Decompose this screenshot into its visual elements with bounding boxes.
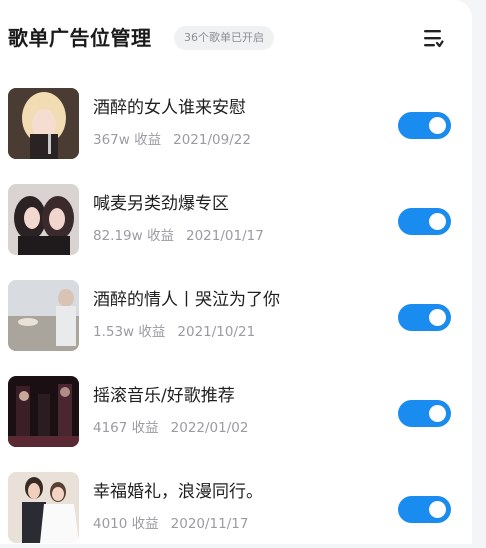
playlist-name: 喊麦另类劲爆专区	[93, 194, 229, 214]
playlist-date: 2021/01/17	[185, 228, 264, 244]
toggle-knob	[429, 117, 446, 134]
playlist-meta: 1.53w 收益 2021/10/21	[93, 322, 255, 342]
playlist-ad-card: 歌单广告位管理 36个歌单已开启 酒醉的女人谁来安慰 367w 收益 2021/…	[0, 0, 472, 544]
ad-toggle[interactable]	[398, 208, 451, 235]
playlist-earnings: 4167 收益	[93, 420, 159, 436]
playlist-meta: 4167 收益 2022/01/02	[93, 418, 248, 438]
playlist-cover	[8, 280, 79, 351]
ad-toggle[interactable]	[398, 496, 451, 523]
playlist-earnings: 367w 收益	[93, 132, 162, 148]
enabled-count-badge: 36个歌单已开启	[174, 26, 274, 50]
playlist-earnings: 1.53w 收益	[93, 324, 166, 340]
playlist-row[interactable]: 幸福婚礼，浪漫同行。 4010 收益 2020/11/17	[0, 472, 472, 548]
sort-list-icon	[424, 30, 444, 48]
playlist-earnings: 4010 收益	[93, 516, 159, 532]
playlist-row[interactable]: 酒醉的情人丨哭泣为了你 1.53w 收益 2021/10/21	[0, 280, 472, 356]
playlist-cover	[8, 88, 79, 159]
playlist-name: 酒醉的情人丨哭泣为了你	[93, 290, 280, 310]
playlist-name: 摇滚音乐/好歌推荐	[93, 386, 235, 406]
toggle-knob	[429, 309, 446, 326]
playlist-date: 2021/10/21	[177, 324, 256, 340]
sort-button[interactable]	[421, 27, 445, 49]
ad-toggle[interactable]	[398, 304, 451, 331]
ad-toggle[interactable]	[398, 112, 451, 139]
header: 歌单广告位管理 36个歌单已开启	[0, 0, 472, 78]
toggle-knob	[429, 213, 446, 230]
playlist-cover	[8, 376, 79, 447]
playlist-name: 酒醉的女人谁来安慰	[93, 98, 246, 118]
playlist-cover	[8, 184, 79, 255]
toggle-knob	[429, 501, 446, 518]
playlist-row[interactable]: 酒醉的女人谁来安慰 367w 收益 2021/09/22	[0, 88, 472, 164]
playlist-date: 2022/01/02	[170, 420, 249, 436]
page-title: 歌单广告位管理	[8, 26, 152, 50]
playlist-earnings: 82.19w 收益	[93, 228, 174, 244]
playlist-meta: 367w 收益 2021/09/22	[93, 130, 251, 150]
playlist-row[interactable]: 喊麦另类劲爆专区 82.19w 收益 2021/01/17	[0, 184, 472, 260]
playlist-date: 2020/11/17	[170, 516, 249, 532]
toggle-knob	[429, 405, 446, 422]
playlist-row[interactable]: 摇滚音乐/好歌推荐 4167 收益 2022/01/02	[0, 376, 472, 452]
playlist-cover	[8, 472, 79, 543]
playlist-meta: 82.19w 收益 2021/01/17	[93, 226, 264, 246]
playlist-date: 2021/09/22	[173, 132, 251, 148]
ad-toggle[interactable]	[398, 400, 451, 427]
playlist-name: 幸福婚礼，浪漫同行。	[93, 482, 263, 502]
playlist-meta: 4010 收益 2020/11/17	[93, 514, 248, 534]
